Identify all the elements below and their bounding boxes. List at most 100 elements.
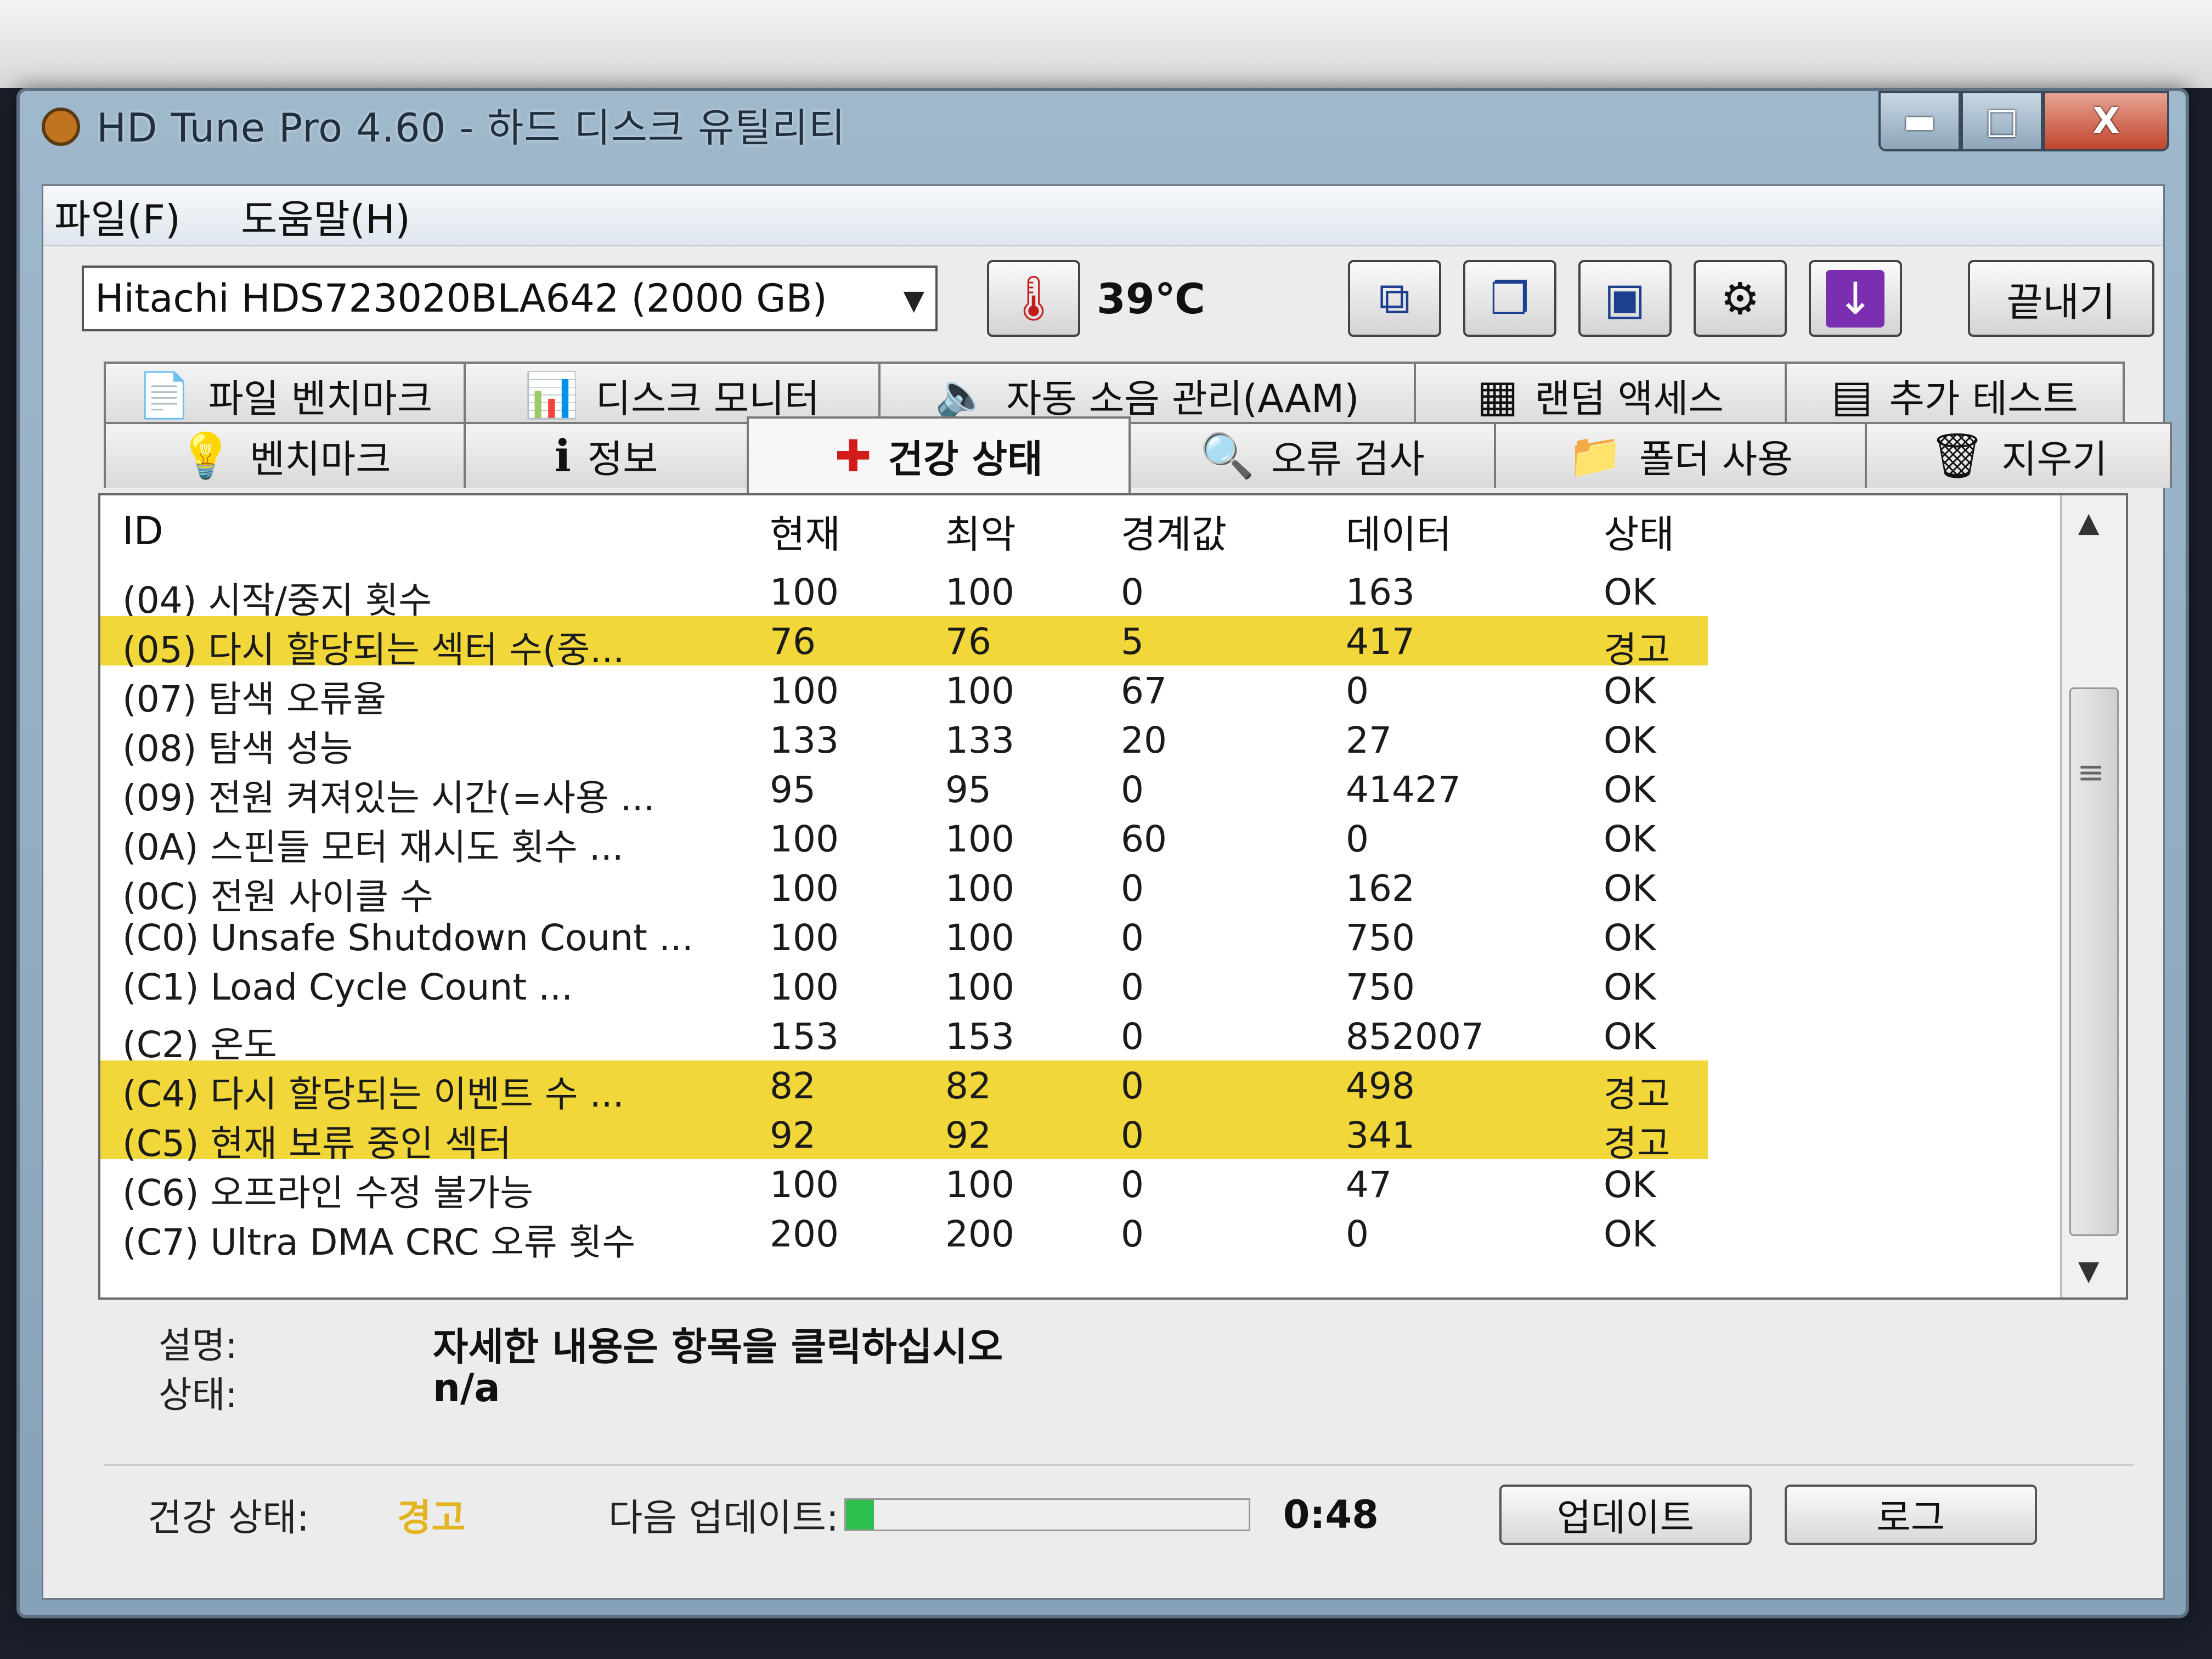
cell-current: 100: [770, 571, 839, 613]
cell-data: 162: [1346, 867, 1415, 910]
temperature-button[interactable]: 🌡: [987, 260, 1080, 337]
menu-help[interactable]: 도움말(H): [241, 187, 410, 245]
table-row[interactable]: (09) 전원 켜져있는 시간(=사용 ... 95 95 0 41427 OK: [100, 764, 2042, 819]
cell-worst: 92: [945, 1114, 991, 1156]
cell-threshold: 60: [1121, 818, 1167, 860]
tab-file-benchmark[interactable]: 📄 파일 벤치마크: [104, 362, 466, 427]
table-row[interactable]: (C4) 다시 할당되는 이벤트 수 ... 82 82 0 498 경고: [100, 1060, 1708, 1115]
tab-error-scan[interactable]: 🔍 오류 검사: [1128, 422, 1496, 488]
exit-button[interactable]: 끝내기: [1967, 260, 2154, 337]
vertical-scrollbar[interactable]: ▲ ≡ ▼: [2060, 495, 2126, 1297]
cell-data: 750: [1346, 917, 1415, 959]
cell-data: 750: [1346, 966, 1415, 1008]
tab-info[interactable]: ℹ 정보: [464, 422, 749, 488]
extra-tests-icon: ▤: [1831, 370, 1873, 421]
header-status[interactable]: 상태: [1604, 504, 1674, 559]
thermometer-icon: 🌡: [1006, 273, 1062, 324]
tab-label: 정보: [587, 436, 658, 482]
table-row[interactable]: (C2) 온도 153 153 0 852007 OK: [100, 1011, 2042, 1066]
cell-worst: 100: [945, 966, 1014, 1008]
cell-status: OK: [1604, 966, 1656, 1008]
tab-label: 건강 상태: [888, 436, 1043, 482]
header-current[interactable]: 현재: [770, 504, 840, 559]
table-row[interactable]: (C1) Load Cycle Count ... 100 100 0 750 OK: [100, 962, 2042, 1011]
tab-erase[interactable]: 🗑 지우기: [1865, 422, 2172, 488]
cell-current: 76: [770, 620, 816, 663]
scroll-up-icon[interactable]: ▲: [2078, 506, 2099, 538]
tab-benchmark[interactable]: 💡 벤치마크: [104, 422, 466, 488]
drive-select[interactable]: Hitachi HDS723020BLA642 (2000 GB) ▼: [82, 266, 938, 331]
scroll-down-icon[interactable]: ▼: [2078, 1255, 2099, 1286]
random-access-icon: ▦: [1477, 370, 1519, 421]
maximize-button[interactable]: □: [1961, 91, 2043, 151]
tab-label: 디스크 모니터: [595, 376, 820, 421]
header-id[interactable]: ID: [122, 509, 163, 554]
header-worst[interactable]: 최악: [945, 504, 1016, 559]
description-value: 자세한 내용은 항목을 클릭하십시오: [433, 1324, 1003, 1369]
table-row[interactable]: (07) 탐색 오류율 100 100 67 0 OK: [100, 665, 2042, 720]
description-area: 설명: 자세한 내용은 항목을 클릭하십시오 상태: n/a: [126, 1305, 2101, 1437]
window-controls: ▬ □ X: [1878, 91, 2169, 151]
next-update-label: 다음 업데이트:: [608, 1497, 839, 1540]
temperature-readout: 39℃: [1097, 274, 1205, 323]
cell-worst: 76: [945, 620, 991, 663]
update-button[interactable]: 업데이트: [1499, 1484, 1752, 1545]
cell-threshold: 0: [1121, 1164, 1144, 1206]
tab-label: 오류 검사: [1271, 436, 1425, 482]
tab-extra-tests[interactable]: ▤ 추가 테스트: [1785, 362, 2125, 427]
table-row[interactable]: (C5) 현재 보류 중인 섹터 92 92 0 341 경고: [100, 1110, 1708, 1165]
next-update-time: 0:48: [1283, 1492, 1379, 1537]
cell-status: OK: [1604, 867, 1656, 910]
description-label: 설명:: [159, 1324, 238, 1367]
cell-threshold: 0: [1121, 1065, 1144, 1107]
table-row[interactable]: (05) 다시 할당되는 섹터 수(중... 76 76 5 417 경고: [100, 616, 1708, 671]
tab-health[interactable]: ✚ 건강 상태: [747, 416, 1131, 493]
update-progress-bar: [844, 1498, 1250, 1531]
table-row[interactable]: (C6) 오프라인 수정 불가능 100 100 0 47 OK: [100, 1159, 2042, 1214]
download-button[interactable]: ↓: [1808, 260, 1902, 337]
table-row[interactable]: (0A) 스핀들 모터 재시도 횟수 ... 100 100 60 0 OK: [100, 814, 2042, 868]
table-row[interactable]: (04) 시작/중지 횟수 100 100 0 163 OK: [100, 567, 2042, 622]
cell-data: 163: [1346, 571, 1415, 613]
cell-data: 27: [1346, 719, 1392, 761]
header-threshold[interactable]: 경계값: [1121, 504, 1227, 559]
cell-data: 41427: [1346, 769, 1461, 811]
tab-random-access[interactable]: ▦ 랜덤 액세스: [1414, 362, 1787, 427]
cell-current: 82: [770, 1065, 816, 1107]
copy-screenshot-button[interactable]: ❐: [1463, 260, 1556, 337]
table-row[interactable]: (08) 탐색 성능 133 133 20 27 OK: [100, 715, 2042, 770]
disk-monitor-icon: 📊: [524, 370, 579, 421]
table-row[interactable]: (C7) Ultra DMA CRC 오류 횟수 200 200 0 0 OK: [100, 1209, 2042, 1263]
cell-status: OK: [1604, 769, 1656, 811]
cell-data: 417: [1346, 620, 1415, 663]
cell-current: 92: [770, 1114, 816, 1156]
cell-threshold: 0: [1121, 1114, 1144, 1156]
save-button[interactable]: ▣: [1578, 260, 1672, 337]
cell-worst: 153: [945, 1015, 1014, 1058]
title-bar[interactable]: HD Tune Pro 4.60 - 하드 디스크 유틸리티: [20, 91, 2186, 179]
window-title: HD Tune Pro 4.60 - 하드 디스크 유틸리티: [97, 104, 846, 151]
drive-select-value: Hitachi HDS723020BLA642 (2000 GB): [95, 276, 827, 321]
table-row[interactable]: (C0) Unsafe Shutdown Count ... 100 100 0 750…: [100, 912, 2042, 962]
error-scan-icon: 🔍: [1200, 430, 1255, 481]
tabs-bottom-row: 💡 벤치마크 ℹ 정보 ✚ 건강 상태 🔍 오류 검사 📁 폴더 사용 🗑 지우…: [104, 416, 2172, 493]
copy-text-button[interactable]: ⧉: [1347, 260, 1441, 337]
header-data[interactable]: 데이터: [1346, 504, 1452, 559]
options-button[interactable]: ⚙: [1693, 260, 1787, 337]
tab-folder-usage[interactable]: 📁 폴더 사용: [1494, 422, 1867, 488]
cell-status: OK: [1604, 917, 1656, 959]
cell-data: 852007: [1346, 1015, 1484, 1058]
cell-current: 100: [770, 917, 839, 959]
cell-threshold: 0: [1121, 1015, 1144, 1058]
chevron-down-icon: ▼: [903, 284, 924, 316]
menu-file[interactable]: 파일(F): [54, 187, 180, 245]
cell-worst: 100: [945, 917, 1014, 959]
minimize-button[interactable]: ▬: [1878, 91, 1961, 151]
table-row[interactable]: (0C) 전원 사이클 수 100 100 0 162 OK: [100, 863, 2042, 918]
close-button[interactable]: X: [2043, 91, 2169, 151]
cell-data: 0: [1346, 1213, 1369, 1255]
cell-worst: 82: [945, 1065, 991, 1107]
log-button[interactable]: 로그: [1784, 1484, 2037, 1545]
download-arrow-icon: ↓: [1826, 269, 1885, 328]
cell-current: 100: [770, 966, 839, 1008]
